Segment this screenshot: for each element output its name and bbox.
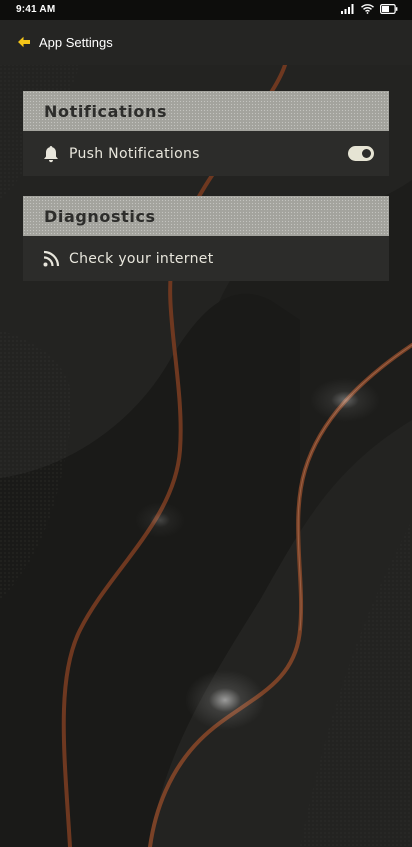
notifications-header: Notifications — [23, 91, 389, 131]
check-internet-row[interactable]: Check your internet — [23, 236, 389, 281]
notifications-card: Notifications Push Notifications — [23, 91, 389, 176]
back-button[interactable] — [11, 30, 37, 56]
status-time: 9:41 AM — [16, 4, 56, 15]
arrow-left-icon — [17, 33, 31, 52]
bell-icon — [42, 145, 60, 163]
status-icons — [341, 3, 398, 17]
toggle-knob — [362, 149, 371, 158]
diagnostics-header: Diagnostics — [23, 196, 389, 236]
section-title-diagnostics: Diagnostics — [44, 206, 156, 226]
push-notifications-row[interactable]: Push Notifications — [23, 131, 389, 176]
page-title: App Settings — [39, 35, 113, 50]
diagnostics-card: Diagnostics Check your internet — [23, 196, 389, 281]
section-title-notifications: Notifications — [44, 101, 168, 121]
app-settings-screen: 9:41 AM App Settings Notifications Push … — [0, 0, 412, 847]
rss-icon — [42, 250, 60, 268]
battery-icon — [380, 3, 398, 17]
push-notifications-label: Push Notifications — [69, 145, 200, 162]
wifi-icon — [361, 3, 374, 17]
status-bar: 9:41 AM — [0, 0, 412, 20]
app-bar: App Settings — [0, 20, 412, 65]
signal-icon — [341, 3, 355, 17]
check-internet-label: Check your internet — [69, 250, 214, 267]
push-notifications-toggle[interactable] — [348, 146, 374, 161]
